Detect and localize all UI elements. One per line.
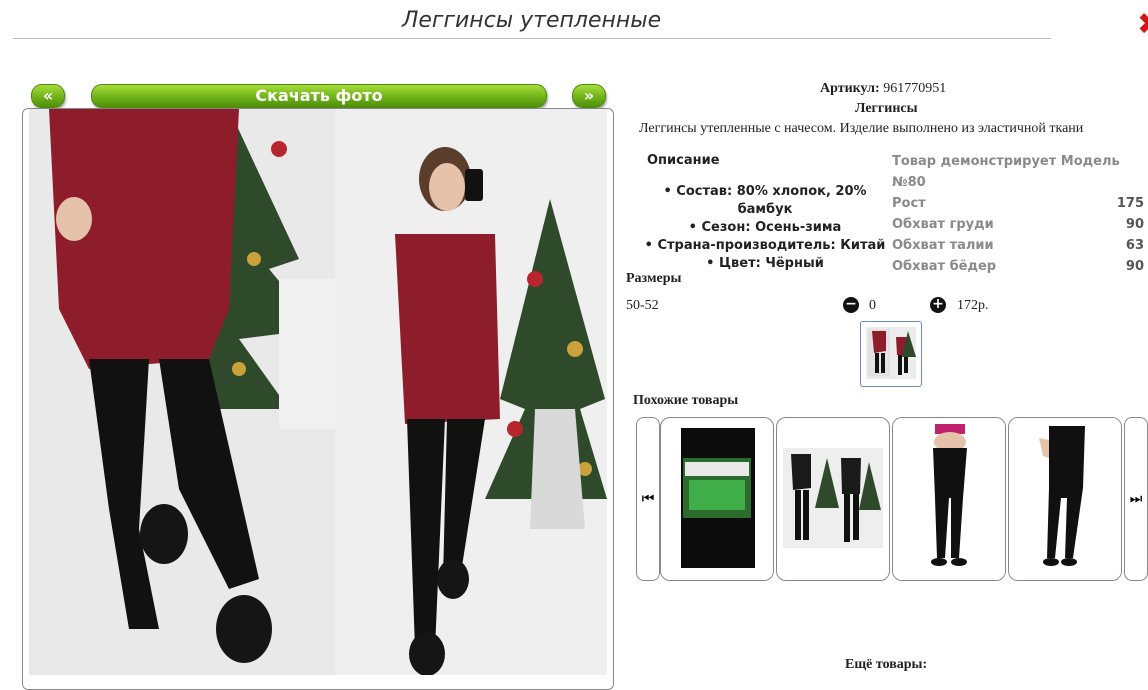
similar-next-button[interactable]: ⏭ [1124, 417, 1148, 581]
model-label: Обхват бёдер [892, 259, 997, 274]
decrease-quantity-icon[interactable]: − [843, 297, 859, 313]
model-value: 63 [1125, 238, 1144, 253]
product-photo-left [29, 109, 335, 675]
similar-product-card[interactable] [892, 417, 1006, 581]
title-divider [13, 38, 1051, 39]
model-value: 175 [1116, 196, 1144, 211]
skip-previous-icon: ⏮ [641, 491, 655, 507]
product-description: Леггинсы утепленные с начесом. Изделие в… [639, 121, 1084, 136]
description-heading: Описание [647, 153, 720, 168]
product-photo-right [335, 109, 607, 675]
model-label: Рост [892, 196, 926, 211]
size-name: 50-52 [626, 298, 659, 313]
photo-thumbnail[interactable] [860, 321, 922, 387]
description-item: Сезон: Осень-зима [640, 219, 890, 237]
description-list: Состав: 80% хлопок, 20% бамбук Сезон: Ос… [640, 183, 890, 273]
model-row: Обхват груди 90 [892, 214, 1144, 235]
skip-next-icon: ⏭ [1129, 491, 1143, 507]
product-name: Леггинсы [855, 101, 918, 116]
next-photo-button[interactable]: » [572, 84, 606, 108]
similar-product-card[interactable] [776, 417, 890, 581]
similar-product-card[interactable] [1008, 417, 1122, 581]
increase-quantity-icon[interactable]: + [930, 297, 946, 313]
sizes-heading: Размеры [626, 271, 682, 286]
model-label: Обхват груди [892, 217, 994, 232]
quantity-value: 0 [869, 298, 876, 313]
close-icon[interactable]: ✖ [1137, 10, 1148, 40]
model-row: Товар демонстрирует Модель №80 [892, 151, 1144, 193]
prev-photo-button[interactable]: « [31, 84, 65, 108]
model-row: Рост 175 [892, 193, 1144, 214]
model-label: Товар демонстрирует Модель №80 [892, 154, 1120, 190]
download-photo-button[interactable]: Скачать фото [91, 84, 547, 108]
similar-product-card[interactable] [660, 417, 774, 581]
size-price: 172р. [957, 298, 989, 313]
thumbnail-image [866, 327, 916, 379]
product-photo-frame [22, 108, 614, 690]
model-row: Обхват талии 63 [892, 235, 1144, 256]
description-item: Состав: 80% хлопок, 20% бамбук [640, 183, 890, 219]
model-value: 90 [1125, 259, 1144, 274]
article-label: Артикул: [820, 81, 880, 96]
description-item: Страна-производитель: Китай [640, 237, 890, 255]
article-value: 961770951 [883, 81, 947, 96]
more-products-heading: Ещё товары: [845, 657, 928, 672]
model-row: Обхват бёдер 90 [892, 256, 1144, 277]
similar-products-heading: Похожие товары [633, 393, 739, 408]
model-label: Обхват талии [892, 238, 994, 253]
model-measurements: Товар демонстрирует Модель №80 Рост 175 О… [892, 151, 1144, 277]
page-title: Леггинсы утепленные [401, 8, 662, 33]
article-line: Артикул: 961770951 [820, 81, 946, 97]
model-value: 90 [1125, 217, 1144, 232]
similar-prev-button[interactable]: ⏮ [636, 417, 660, 581]
